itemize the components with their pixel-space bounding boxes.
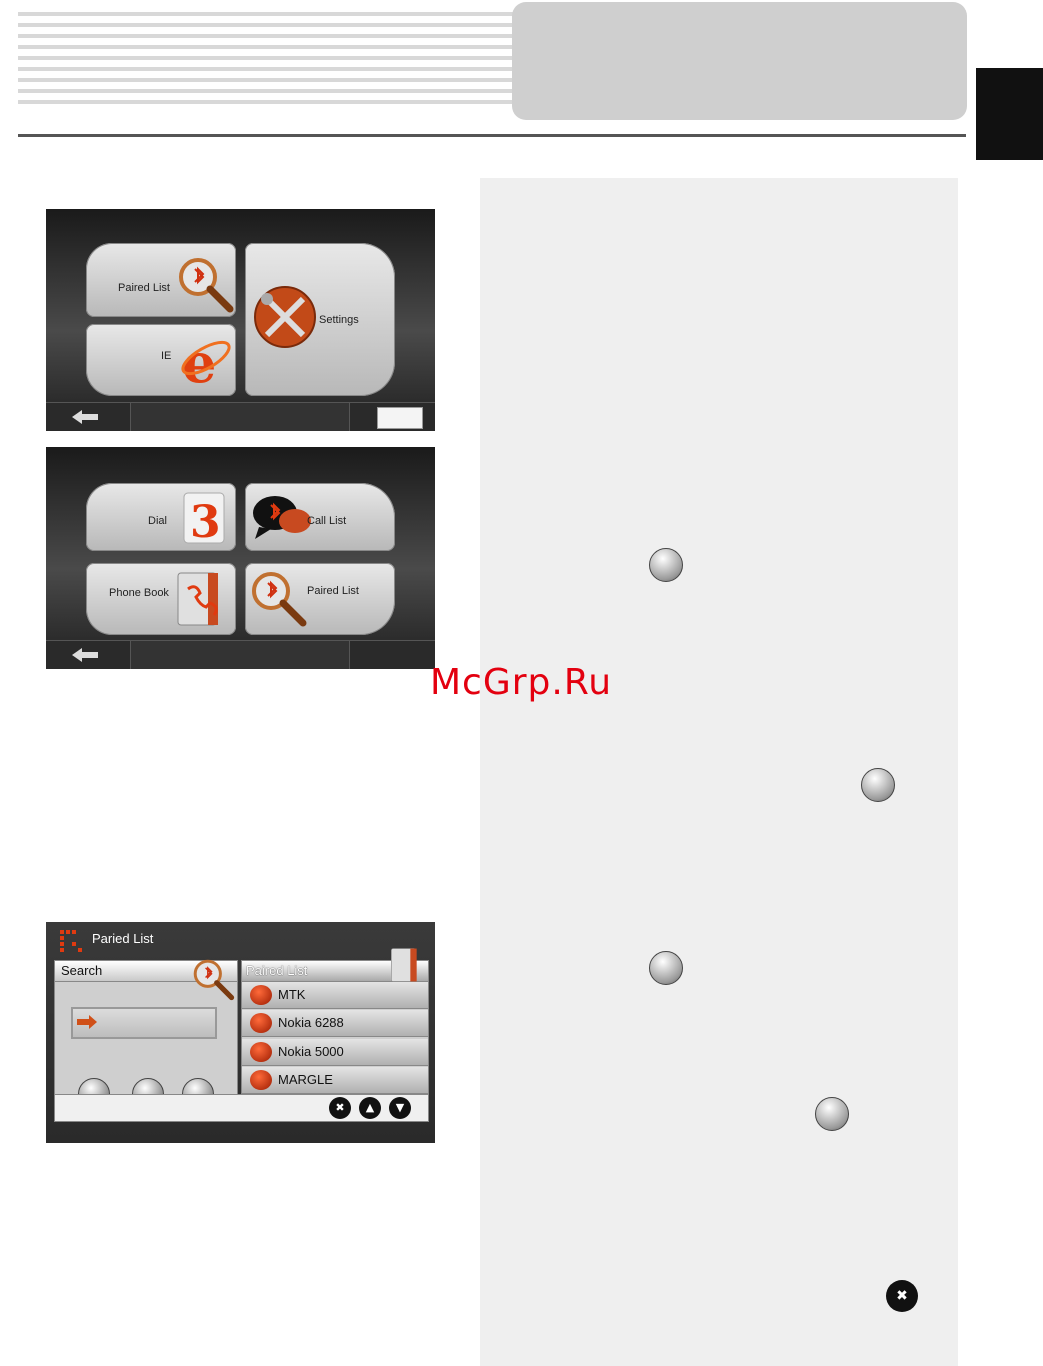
search-result-field[interactable] [71, 1007, 217, 1039]
tile-paired-list[interactable]: Paired List [86, 243, 236, 317]
tile-ie-label: IE [161, 350, 172, 362]
device-name: MTK [278, 987, 306, 1002]
blank-soft-key[interactable] [377, 407, 423, 429]
magnifier-bluetooth-icon [252, 572, 307, 627]
dial-icon: 3 [183, 492, 225, 547]
tile-paired-list-2[interactable]: Paired List [245, 563, 395, 635]
svg-text:3: 3 [190, 497, 221, 547]
screenshot-bt-menu-1: Paired List IE e Settings [46, 209, 435, 431]
screen-bottom-bar [46, 402, 435, 431]
disconnect-icon [649, 951, 683, 985]
device-name: Nokia 6288 [278, 1015, 344, 1030]
header-rule [18, 134, 966, 137]
tile-call-list-label: Call List [307, 515, 347, 527]
magnifier-bluetooth-icon [179, 258, 234, 313]
paired-list-label: Paired List [246, 963, 308, 978]
up-icon[interactable]: ▲ [359, 1097, 381, 1119]
down-icon[interactable]: ▼ [389, 1097, 411, 1119]
bluetooth-search-icon [649, 548, 683, 582]
tile-call-list[interactable]: Call List [245, 483, 395, 551]
connect-icon [861, 768, 895, 802]
ie-icon: e [181, 331, 231, 390]
search-label: Search [61, 963, 103, 978]
connect-icon [815, 1097, 849, 1131]
tile-settings[interactable]: Settings [245, 243, 395, 396]
screen-bottom-bar [46, 640, 435, 669]
tile-ie[interactable]: IE e [86, 324, 236, 396]
tile-dial[interactable]: Dial 3 [86, 483, 236, 551]
header-title-box [512, 2, 967, 120]
device-icon [250, 1013, 272, 1033]
close-icon: ✖ [886, 1280, 918, 1312]
phone-book-icon [177, 572, 218, 626]
header-stripes [18, 12, 518, 112]
device-icon [250, 1042, 272, 1062]
section-tab [976, 68, 1043, 160]
back-arrow-icon[interactable] [70, 409, 100, 425]
screen-title: Paried List [92, 931, 154, 946]
device-name: MARGLE [278, 1072, 333, 1087]
device-icon [250, 985, 272, 1005]
phone-book-icon [391, 948, 417, 982]
watermark: McGrp.Ru [430, 662, 613, 703]
tile-paired-list-label: Paired List [118, 282, 170, 294]
screenshot-bt-menu-2: Dial 3 Call List Phone Book Paired List [46, 447, 435, 669]
list-item[interactable]: MARGLE [242, 1067, 428, 1094]
list-item[interactable]: Nokia 6288 [242, 1010, 428, 1037]
list-item[interactable]: MTK [242, 982, 428, 1009]
bottom-toolbar: ✖ ▲ ▼ [54, 1094, 429, 1122]
magnifier-bluetooth-icon[interactable] [190, 956, 236, 1002]
call-list-icon [253, 496, 311, 539]
device-icon [250, 1070, 272, 1090]
settings-tools-icon [254, 286, 316, 348]
arrow-right-icon [77, 1015, 97, 1029]
tile-settings-label: Settings [319, 314, 359, 326]
close-icon[interactable]: ✖ [329, 1097, 351, 1119]
bluetooth-title-icon [60, 930, 82, 952]
tile-phone-book[interactable]: Phone Book [86, 563, 236, 635]
tile-dial-label: Dial [148, 515, 167, 527]
list-item[interactable]: Nokia 5000 [242, 1039, 428, 1066]
tile-phone-book-label: Phone Book [109, 587, 169, 599]
tile-paired-list-2-label: Paired List [307, 585, 359, 597]
screenshot-paired-list: Paried List Search Paired List MTK Nokia… [46, 922, 435, 1143]
device-name: Nokia 5000 [278, 1044, 344, 1059]
back-arrow-icon[interactable] [70, 647, 100, 663]
